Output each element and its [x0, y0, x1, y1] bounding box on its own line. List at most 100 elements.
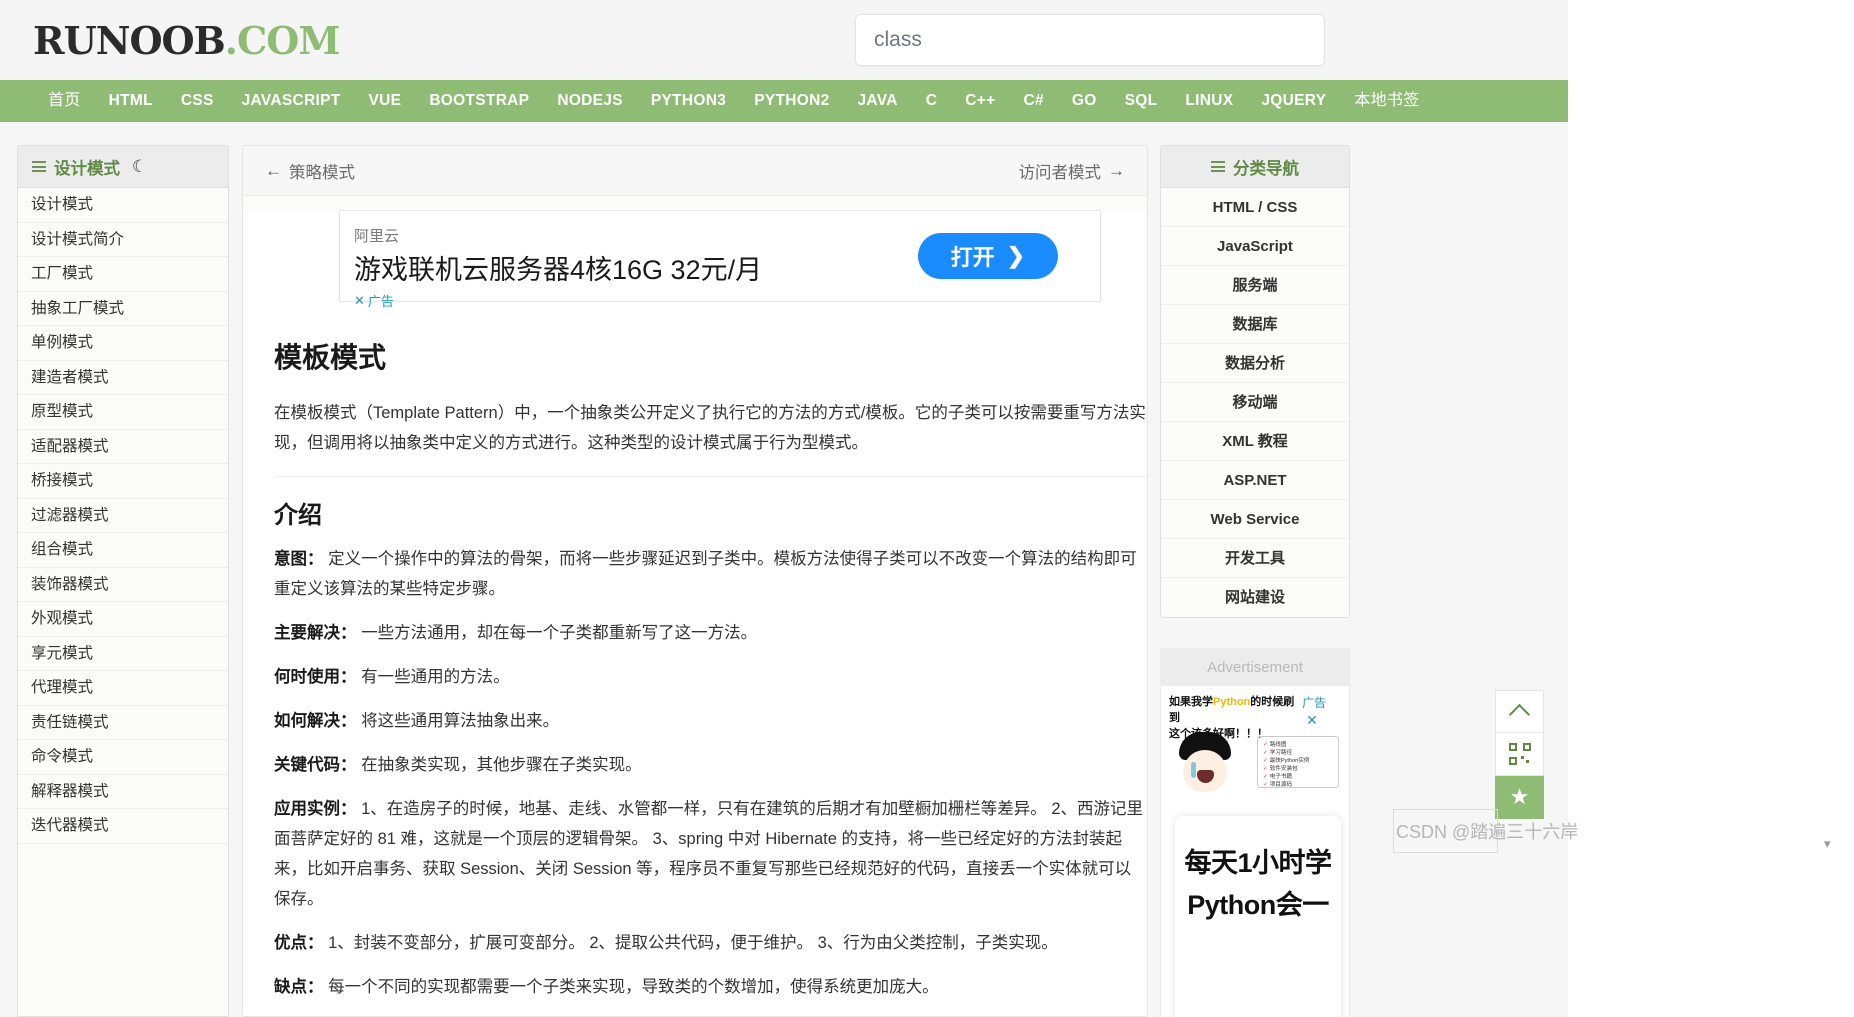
divider: [274, 476, 1147, 477]
category-item-data-analysis[interactable]: 数据分析: [1161, 344, 1349, 383]
site-logo[interactable]: RUNOOB.COM: [33, 18, 341, 63]
sidebar-item-filter[interactable]: 过滤器模式: [18, 499, 228, 533]
inline-ad-tag-label: 广告: [367, 294, 394, 309]
row-value: 将这些通用算法抽象出来。: [361, 712, 560, 730]
sidebar-ad-card-line2: Python会一: [1187, 890, 1329, 920]
nav-item-vue[interactable]: VUE: [355, 80, 416, 122]
row-value: 1、在造房子的时候，地基、走线、水管都一样，只有在建筑的后期才有加壁橱加栅栏等差…: [274, 800, 1144, 908]
inline-ad-open-label: 打开: [950, 245, 995, 270]
sidebar-ad-controls[interactable]: 广告 ✕: [1302, 694, 1341, 730]
row-value: 在抽象类实现，其他步骤在子类实现。: [361, 756, 642, 774]
breadcrumb-next[interactable]: 访问者模式 →: [1019, 159, 1126, 183]
nav-item-javascript[interactable]: JAVASCRIPT: [228, 80, 355, 122]
nav-item-python3[interactable]: PYTHON3: [637, 80, 740, 122]
nav-item-nodejs[interactable]: NODEJS: [543, 80, 637, 122]
sidebar-item-builder[interactable]: 建造者模式: [18, 361, 228, 395]
search-box[interactable]: [855, 14, 1325, 66]
category-nav-card: 分类导航 HTML / CSS JavaScript 服务端 数据库 数据分析 …: [1160, 145, 1350, 618]
sidebar-item-flyweight[interactable]: 享元模式: [18, 637, 228, 671]
category-nav-title: 分类导航: [1233, 159, 1299, 178]
sidebar-ad-bullets: ✓ 路线图 ✓ 学习路径 ✓ 最快Python实例 ✓ 软件安装包 ✓ 电子书籍 ✓ 项目源…: [1257, 736, 1339, 788]
sidebar-item-prototype[interactable]: 原型模式: [18, 395, 228, 430]
bullet-item: ✓ 最快Python实例: [1263, 758, 1310, 764]
search-input[interactable]: [856, 15, 1324, 65]
category-item-xml[interactable]: XML 教程: [1161, 422, 1349, 461]
category-item-dev-tools[interactable]: 开发工具: [1161, 539, 1349, 578]
nav-item-java[interactable]: JAVA: [844, 80, 912, 122]
qrcode-button[interactable]: [1495, 733, 1544, 776]
right-sidebar: 分类导航 HTML / CSS JavaScript 服务端 数据库 数据分析 …: [1160, 145, 1350, 1017]
category-item-server[interactable]: 服务端: [1161, 266, 1349, 305]
row-key: 意图：: [274, 550, 324, 568]
bullet-item: ✓ 项目源码: [1263, 782, 1293, 788]
nav-item-bookmarks[interactable]: 本地书签: [1340, 80, 1433, 122]
row-key: 关键代码：: [274, 756, 357, 774]
nav-item-home[interactable]: 首页: [34, 80, 95, 122]
sidebar-item-chain-of-responsibility[interactable]: 责任链模式: [18, 706, 228, 740]
nav-item-cpp[interactable]: C++: [951, 80, 1009, 122]
inline-ad-text: 阿里云 游戏联机云服务器4核16G 32元/月: [340, 225, 762, 287]
list-bars-icon: [32, 161, 46, 172]
sidebar-ad-copy-a: 如果我学: [1169, 696, 1213, 708]
row-key: 优点：: [274, 934, 324, 952]
inline-advertisement[interactable]: 阿里云 游戏联机云服务器4核16G 32元/月 打开 ❯ ✕ 广告: [339, 210, 1101, 309]
nav-item-csharp[interactable]: C#: [1009, 80, 1057, 122]
breadcrumb-prev-label: 策略模式: [289, 163, 355, 182]
sidebar-item-factory[interactable]: 工厂模式: [18, 257, 228, 292]
category-item-web-service[interactable]: Web Service: [1161, 500, 1349, 539]
sidebar-item-command[interactable]: 命令模式: [18, 740, 228, 775]
article-row-pros: 优点： 1、封装不变部分，扩展可变部分。 2、提取公共代码，便于维护。 3、行为…: [274, 928, 1147, 958]
sidebar-item-iterator[interactable]: 迭代器模式: [18, 809, 228, 844]
left-sidebar-header: 设计模式 ☾: [18, 146, 228, 188]
sidebar-item-adapter[interactable]: 适配器模式: [18, 430, 228, 464]
nav-item-jquery[interactable]: JQUERY: [1247, 80, 1340, 122]
inline-ad-open-button[interactable]: 打开 ❯: [918, 233, 1058, 279]
sidebar-item-facade[interactable]: 外观模式: [18, 602, 228, 637]
star-icon: ★: [1509, 784, 1530, 809]
nav-item-html[interactable]: HTML: [95, 80, 167, 122]
article-row-cons: 缺点： 每一个不同的实现都需要一个子类来实现，导致类的个数增加，使得系统更加庞大…: [274, 972, 1147, 1002]
category-item-javascript[interactable]: JavaScript: [1161, 227, 1349, 266]
sidebar-item-singleton[interactable]: 单例模式: [18, 326, 228, 361]
moon-icon[interactable]: ☾: [132, 157, 147, 177]
bullet-item: ✓ 软件安装包: [1263, 766, 1298, 772]
row-value: 1、封装不变部分，扩展可变部分。 2、提取公共代码，便于维护。 3、行为由父类控…: [328, 934, 1058, 952]
nav-item-go[interactable]: GO: [1058, 80, 1111, 122]
sidebar-ad-card: 每天1小时学 Python会一: [1175, 816, 1341, 1017]
category-item-aspnet[interactable]: ASP.NET: [1161, 461, 1349, 500]
close-icon[interactable]: ✕: [354, 293, 365, 309]
category-item-mobile[interactable]: 移动端: [1161, 383, 1349, 422]
sidebar-item-design-pattern-intro[interactable]: 设计模式简介: [18, 223, 228, 257]
favorite-button[interactable]: ★: [1495, 776, 1544, 819]
nav-item-python2[interactable]: PYTHON2: [740, 80, 843, 122]
sidebar-item-interpreter[interactable]: 解释器模式: [18, 775, 228, 809]
inline-ad-title: 游戏联机云服务器4核16G 32元/月: [354, 255, 763, 285]
breadcrumb-prev[interactable]: ← 策略模式: [265, 159, 355, 183]
close-icon[interactable]: ✕: [1306, 712, 1318, 728]
category-item-web-build[interactable]: 网站建设: [1161, 578, 1349, 617]
sidebar-item-proxy[interactable]: 代理模式: [18, 671, 228, 706]
logo-text-green: .COM: [224, 18, 341, 63]
arrow-left-icon: ←: [265, 160, 282, 180]
category-item-html-css[interactable]: HTML / CSS: [1161, 188, 1349, 227]
scroll-to-top-button[interactable]: [1495, 690, 1544, 733]
nav-item-c[interactable]: C: [912, 80, 952, 122]
sidebar-item-design-pattern[interactable]: 设计模式: [18, 188, 228, 223]
nav-item-linux[interactable]: LINUX: [1171, 80, 1247, 122]
sidebar-item-bridge[interactable]: 桥接模式: [18, 464, 228, 499]
inline-ad-tag[interactable]: ✕ 广告: [354, 291, 394, 310]
nav-item-bootstrap[interactable]: BOOTSTRAP: [415, 80, 543, 122]
sidebar-ad-copy-python: Python: [1213, 696, 1251, 708]
breadcrumb: ← 策略模式 访问者模式 →: [243, 146, 1147, 196]
main-navigation[interactable]: 首页 HTML CSS JAVASCRIPT VUE BOOTSTRAP NOD…: [0, 80, 1568, 122]
arrow-right-icon: →: [1108, 160, 1125, 180]
sidebar-item-decorator[interactable]: 装饰器模式: [18, 568, 228, 602]
category-item-database[interactable]: 数据库: [1161, 305, 1349, 344]
qrcode-icon: [1508, 743, 1531, 765]
sidebar-ad-label: 广告: [1302, 696, 1327, 710]
nav-item-css[interactable]: CSS: [167, 80, 228, 122]
sidebar-item-composite[interactable]: 组合模式: [18, 533, 228, 568]
nav-item-sql[interactable]: SQL: [1111, 80, 1172, 122]
sidebar-item-abstract-factory[interactable]: 抽象工厂模式: [18, 292, 228, 326]
sidebar-advertisement[interactable]: 如果我学Python的时候刷到 这个该多好啊！！！ 广告✕ ✓路线图 ✓学习路径…: [1160, 686, 1350, 1017]
